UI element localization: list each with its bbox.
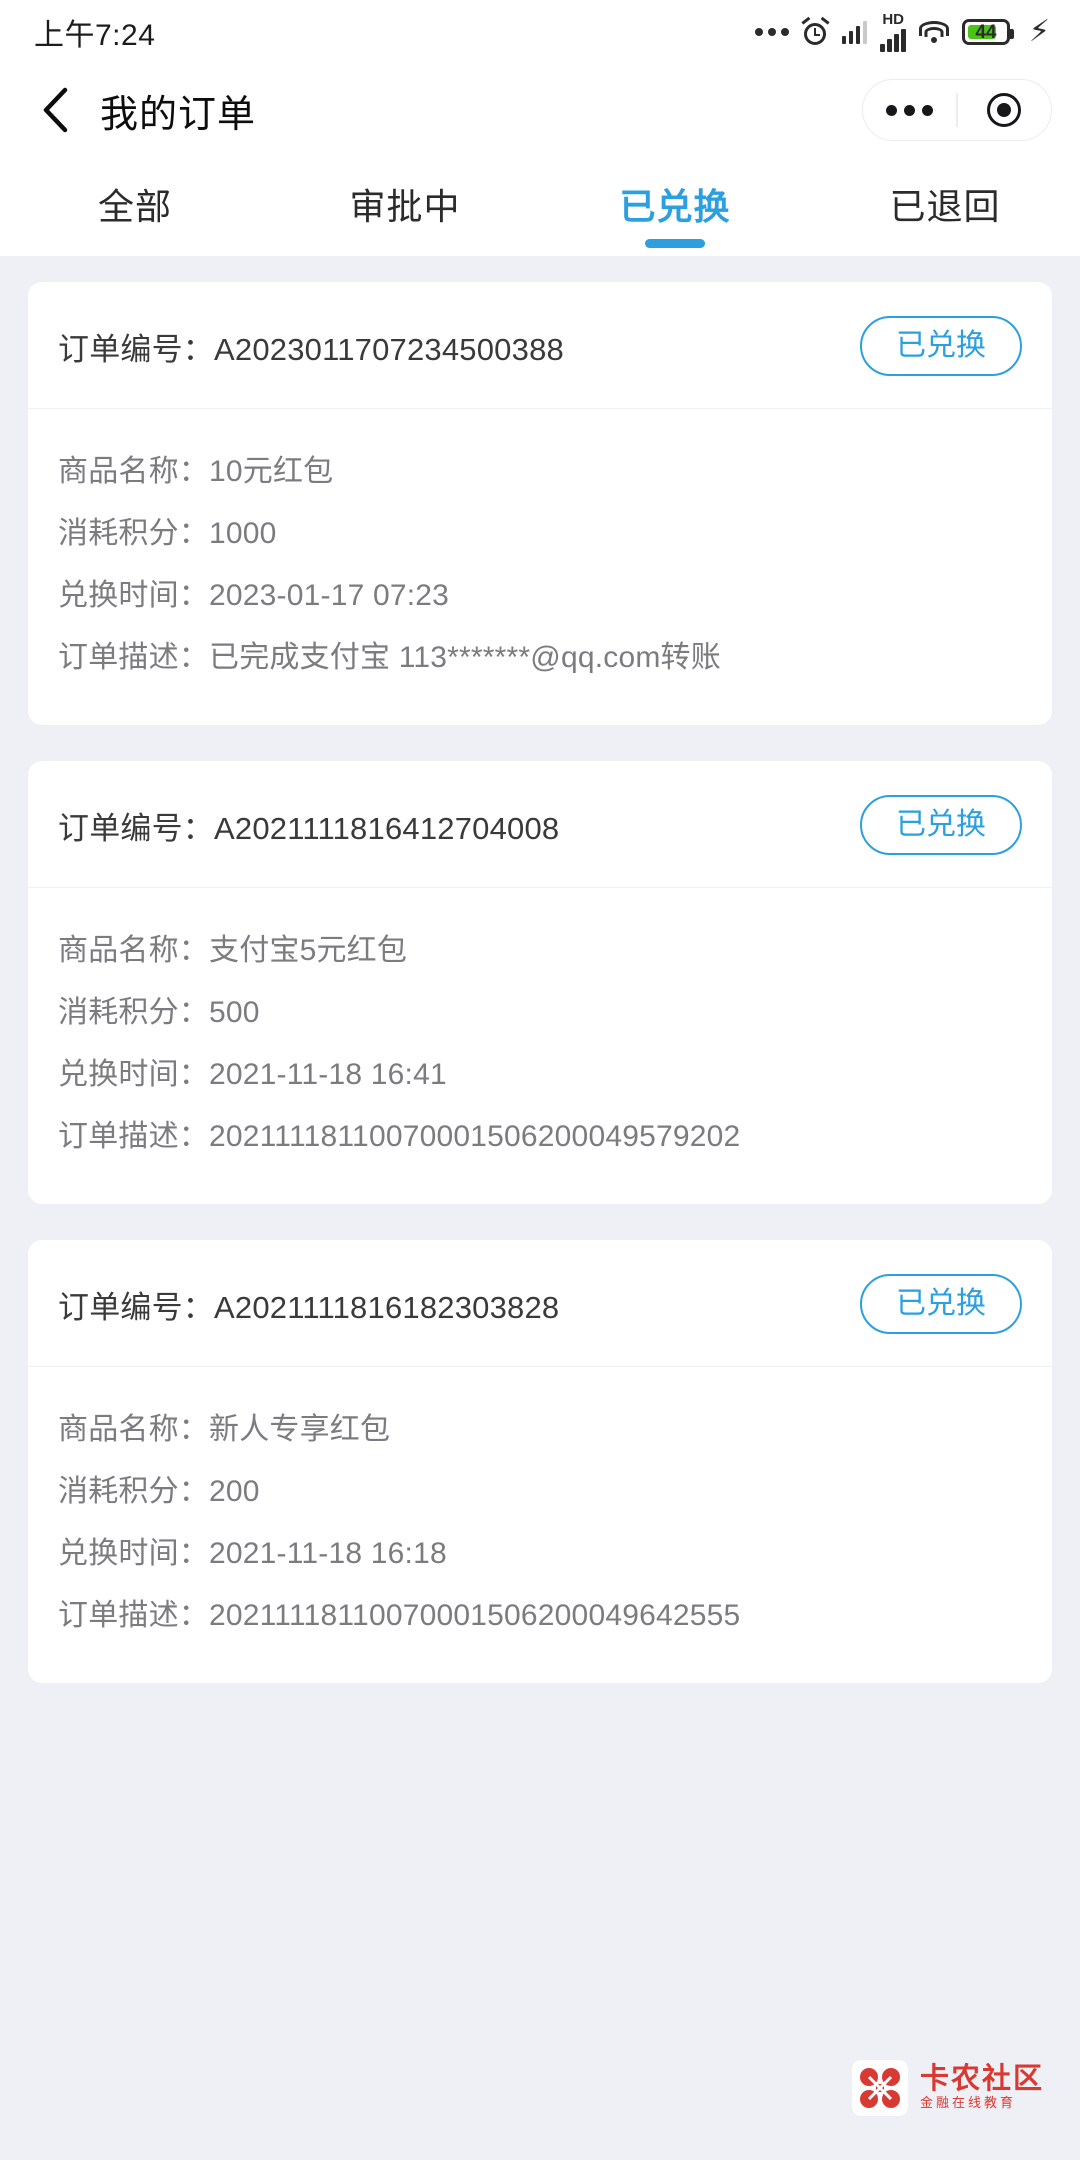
exchange-time-label: 兑换时间： [58,1537,209,1570]
nav-bar: 我的订单 [0,64,1080,156]
order-card-header: 订单编号：A2023011707234500388 已兑换 [28,282,1052,409]
battery-level: 44 [975,21,997,43]
tab-in-approval[interactable]: 审批中 [270,178,540,230]
order-card-body: 商品名称：新人专享红包 消耗积分：200 兑换时间：2021-11-18 16:… [28,1367,1052,1683]
chevron-left-icon [43,87,68,133]
order-card-body: 商品名称：10元红包 消耗积分：1000 兑换时间：2023-01-17 07:… [28,409,1052,725]
order-number-label: 订单编号： [58,331,214,367]
order-number-label: 订单编号： [58,810,214,846]
order-number: 订单编号：A2021111816412704008 [58,803,559,848]
watermark-subtitle: 金融在线教育 [919,2094,1016,2110]
tab-label: 审批中 [349,186,461,227]
order-number-value: A2021111816412704008 [214,810,560,846]
more-dots-icon [754,28,789,36]
tab-all[interactable]: 全部 [0,178,270,230]
battery-icon: 44 [961,19,1014,45]
order-card-body: 商品名称：支付宝5元红包 消耗积分：500 兑换时间：2021-11-18 16… [28,888,1052,1204]
wifi-icon [918,20,949,44]
order-card-header: 订单编号：A2021111816182303828 已兑换 [28,1240,1052,1367]
charging-bolt-icon: ⚡ [1028,15,1050,48]
page-title: 我的订单 [100,93,257,136]
description-row: 订单描述：已完成支付宝 113*******@qq.com转账 [58,627,1022,689]
goods-name-row: 商品名称：新人专享红包 [58,1399,1022,1461]
exchange-time-value: 2021-11-18 16:18 [209,1537,447,1570]
signal-bars-icon [841,20,868,44]
goods-name-label: 商品名称： [58,1413,209,1446]
order-number-value: A2021111816182303828 [214,1289,560,1325]
capsule-close-button[interactable] [958,80,1051,140]
goods-name-value: 10元红包 [209,455,334,488]
description-row: 订单描述：20211118110070001506200049579202 [58,1106,1022,1168]
status-badge[interactable]: 已兑换 [860,1274,1022,1334]
exchange-time-row: 兑换时间：2021-11-18 16:18 [58,1523,1022,1585]
order-card-header: 订单编号：A2021111816412704008 已兑换 [28,761,1052,888]
active-tab-indicator [645,239,705,248]
watermark-text: 卡农社区 金融在线教育 [920,2064,1044,2111]
description-value: 20211118110070001506200049642555 [209,1599,741,1632]
points-value: 1000 [209,517,277,550]
watermark-title: 卡农社区 [919,2063,1044,2096]
order-number-label: 订单编号： [58,1289,214,1325]
target-circle-icon [987,93,1022,127]
description-row: 订单描述：20211118110070001506200049642555 [58,1585,1022,1647]
description-label: 订单描述： [58,1120,209,1153]
points-value: 200 [209,1475,260,1508]
order-card[interactable]: 订单编号：A2023011707234500388 已兑换 商品名称：10元红包… [28,282,1052,725]
order-list: 订单编号：A2023011707234500388 已兑换 商品名称：10元红包… [0,256,1080,1683]
exchange-time-value: 2021-11-18 16:41 [209,1058,447,1091]
points-label: 消耗积分： [58,1475,209,1508]
more-dots-icon [886,104,934,116]
tab-returned[interactable]: 已退回 [810,178,1080,230]
points-row: 消耗积分：200 [58,1461,1022,1523]
tab-redeemed[interactable]: 已兑换 [540,178,810,248]
status-badge[interactable]: 已兑换 [860,316,1022,376]
order-number: 订单编号：A2021111816182303828 [58,1282,559,1327]
exchange-time-label: 兑换时间： [58,579,209,612]
description-label: 订单描述： [58,1599,209,1632]
back-button[interactable] [34,87,78,133]
goods-name-label: 商品名称： [58,455,209,488]
exchange-time-value: 2023-01-17 07:23 [209,579,450,612]
description-value: 20211118110070001506200049579202 [209,1120,741,1153]
order-card[interactable]: 订单编号：A2021111816412704008 已兑换 商品名称：支付宝5元… [28,761,1052,1204]
description-label: 订单描述： [58,641,209,674]
kanong-flower-logo-icon [851,2060,908,2116]
hd-label: HD [882,11,904,28]
description-value: 已完成支付宝 113*******@qq.com转账 [209,641,721,674]
tab-label: 已退回 [889,186,1001,227]
tab-label: 已兑换 [619,186,731,227]
alarm-clock-icon [801,16,830,46]
exchange-time-label: 兑换时间： [58,1058,209,1091]
hd-signal-icon: HD [880,12,906,52]
exchange-time-row: 兑换时间：2021-11-18 16:41 [58,1044,1022,1106]
points-row: 消耗积分：1000 [58,503,1022,565]
exchange-time-row: 兑换时间：2023-01-17 07:23 [58,565,1022,627]
capsule-more-button[interactable] [863,80,956,140]
goods-name-row: 商品名称：10元红包 [58,441,1022,503]
status-bar-icons: HD 44 ⚡ [754,12,1050,52]
goods-name-value: 支付宝5元红包 [209,934,408,967]
points-value: 500 [209,996,260,1029]
status-bar-time: 上午7:24 [34,19,156,52]
status-badge[interactable]: 已兑换 [860,795,1022,855]
points-row: 消耗积分：500 [58,982,1022,1044]
goods-name-row: 商品名称：支付宝5元红包 [58,920,1022,982]
order-status-tabs: 全部 审批中 已兑换 已退回 [0,156,1080,256]
points-label: 消耗积分： [58,517,209,550]
watermark: 卡农社区 金融在线教育 [851,2060,1044,2116]
order-number: 订单编号：A2023011707234500388 [58,324,564,369]
order-number-value: A2023011707234500388 [214,331,564,367]
goods-name-value: 新人专享红包 [209,1413,391,1446]
goods-name-label: 商品名称： [58,934,209,967]
status-bar: 上午7:24 HD 44 ⚡ [0,0,1080,64]
tab-label: 全部 [97,186,172,227]
points-label: 消耗积分： [58,996,209,1029]
order-card[interactable]: 订单编号：A2021111816182303828 已兑换 商品名称：新人专享红… [28,1240,1052,1683]
miniprogram-capsule [862,79,1052,141]
